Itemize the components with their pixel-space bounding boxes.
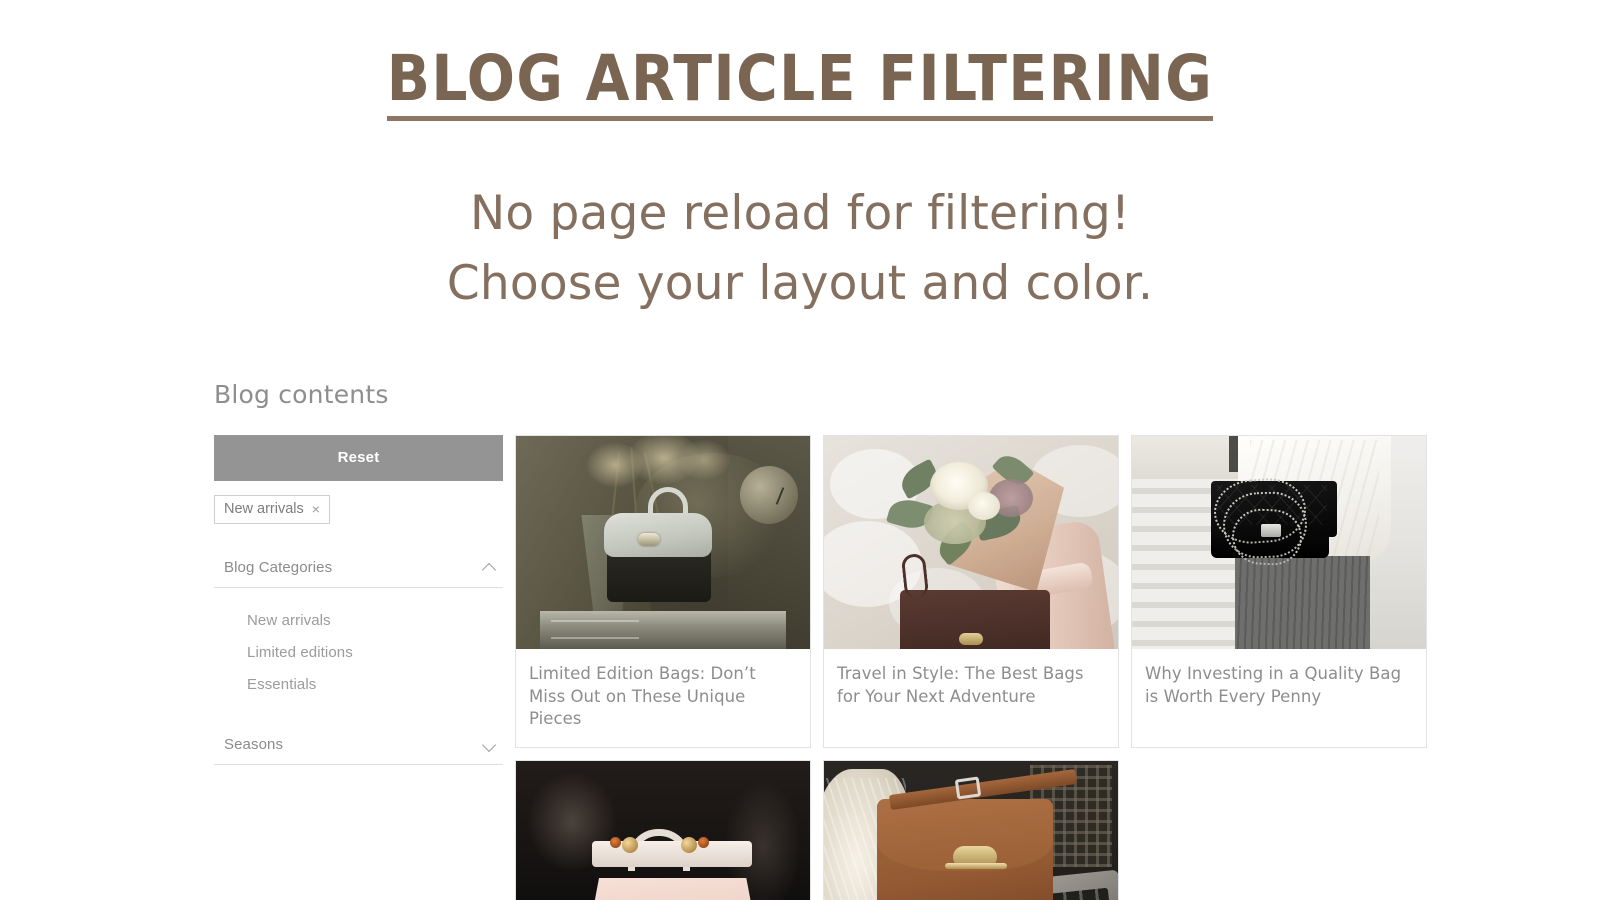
chip-remove-icon[interactable]: × [312, 502, 320, 516]
filter-option-new-arrivals[interactable]: New arrivals [214, 605, 503, 637]
reset-button[interactable]: Reset [214, 435, 503, 482]
article-title[interactable]: Limited Edition Bags: Don’t Miss Out on … [529, 663, 797, 730]
article-title[interactable]: Why Investing in a Quality Bag is Worth … [1145, 663, 1413, 708]
article-thumbnail[interactable] [516, 436, 810, 650]
chip-label: New arrivals [224, 501, 304, 518]
chevron-up-icon[interactable] [483, 563, 497, 572]
subtitle-line-2: Choose your layout and color. [446, 255, 1154, 311]
page-title: BLOG ARTICLE FILTERING [386, 45, 1214, 122]
article-card-body: Why Investing in a Quality Bag is Worth … [1132, 649, 1426, 724]
page-subtitle: No page reload for filtering! Choose you… [0, 179, 1600, 318]
article-thumbnail[interactable] [824, 760, 1118, 900]
bouquet-and-brown-handbag-photo [824, 436, 1118, 650]
article-card[interactable]: Why Investing in a Quality Bag is Worth … [1131, 435, 1427, 748]
blog-contents-section: Blog contents Reset New arrivals × Blog … [0, 380, 1600, 900]
hero-section: BLOG ARTICLE FILTERING No page reload fo… [0, 0, 1600, 318]
content-layout: Reset New arrivals × Blog Categories New… [214, 435, 1600, 900]
accordion-seasons: Seasons [214, 726, 503, 766]
article-card[interactable]: Limited Edition Bags: Don’t Miss Out on … [515, 435, 811, 748]
article-thumbnail[interactable] [824, 436, 1118, 650]
active-filter-chip-new-arrivals[interactable]: New arrivals × [214, 495, 330, 525]
article-card-body: Limited Edition Bags: Don’t Miss Out on … [516, 649, 810, 746]
subtitle-line-1: No page reload for filtering! [470, 186, 1130, 242]
filter-option-limited-editions[interactable]: Limited editions [214, 637, 503, 669]
filter-option-essentials[interactable]: Essentials [214, 669, 503, 701]
article-card[interactable]: Travel in Style: The Best Bags for Your … [823, 435, 1119, 748]
article-title[interactable]: Travel in Style: The Best Bags for Your … [837, 663, 1105, 708]
article-grid-area: Limited Edition Bags: Don’t Miss Out on … [515, 435, 1427, 900]
accordion-blog-categories: Blog Categories New arrivals Limited edi… [214, 549, 503, 707]
accordion-spacer [214, 707, 503, 726]
article-grid: Limited Edition Bags: Don’t Miss Out on … [515, 435, 1427, 900]
accordion-header-seasons[interactable]: Seasons [214, 726, 503, 766]
cognac-leather-bag-with-laptop-photo [824, 760, 1118, 900]
active-filter-chips: New arrivals × [214, 495, 503, 525]
filter-sidebar: Reset New arrivals × Blog Categories New… [214, 435, 503, 766]
accordion-header-blog-categories[interactable]: Blog Categories [214, 549, 503, 589]
accordion-label: Blog Categories [224, 559, 333, 577]
article-card-body: Travel in Style: The Best Bags for Your … [824, 649, 1118, 724]
article-thumbnail[interactable] [516, 760, 810, 900]
chevron-down-icon[interactable] [483, 740, 497, 749]
article-card[interactable] [823, 759, 1119, 900]
blush-pink-handbag-photo [516, 760, 810, 900]
accordion-label: Seasons [224, 736, 284, 754]
section-heading: Blog contents [214, 380, 389, 410]
grey-handbag-with-dried-flowers-photo [516, 436, 810, 650]
article-card[interactable] [515, 759, 811, 900]
accordion-body-blog-categories: New arrivals Limited editions Essentials [214, 588, 503, 707]
black-quilted-chain-bag-on-stairs-photo [1132, 436, 1426, 650]
article-thumbnail[interactable] [1132, 436, 1426, 650]
